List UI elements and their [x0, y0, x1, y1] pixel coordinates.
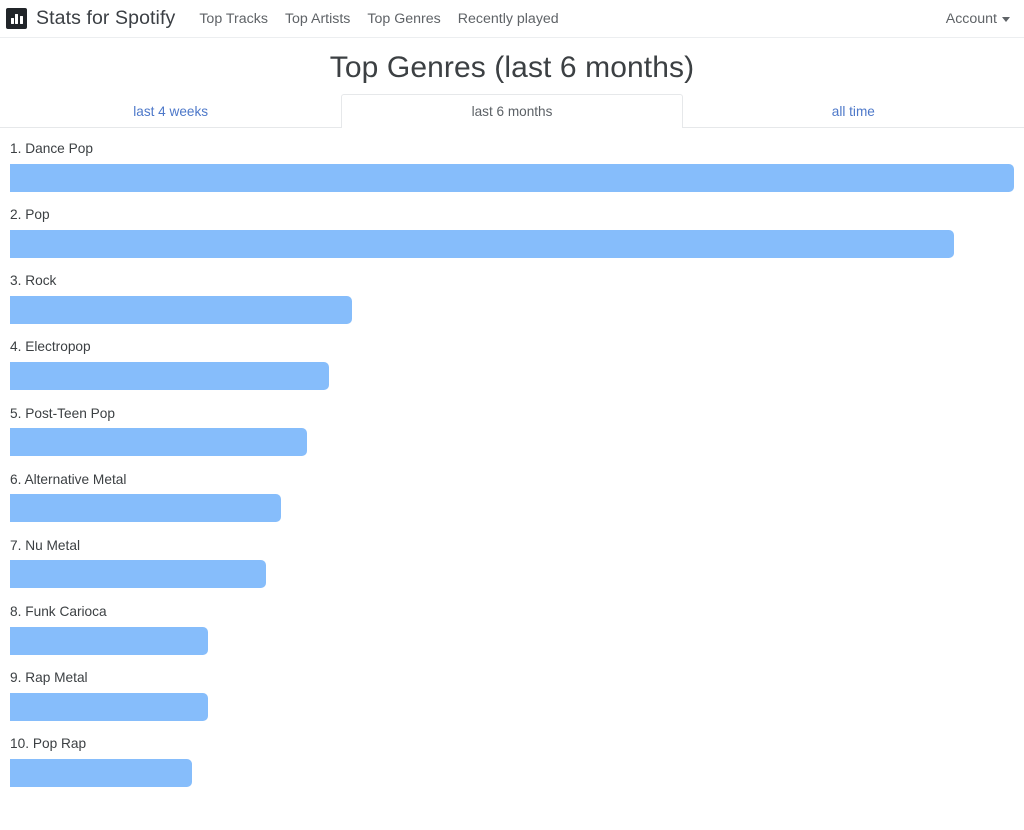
genre-row: 6. Alternative Metal: [10, 471, 1014, 523]
brand-title: Stats for Spotify: [36, 7, 176, 29]
genre-bar-fill: [10, 229, 954, 258]
genre-label: 6. Alternative Metal: [10, 471, 127, 487]
tab-item: last 6 months: [341, 94, 683, 128]
genre-row: 7. Nu Metal: [10, 537, 1014, 589]
genre-bar-fill: [10, 692, 208, 721]
genre-row: 5. Post-Teen Pop: [10, 405, 1014, 457]
genre-bar-fill: [10, 163, 1014, 192]
page-title: Top Genres (last 6 months): [329, 51, 695, 84]
genre-bar-track: [10, 428, 1014, 457]
nav-item-top-artists[interactable]: Top Artists: [285, 10, 350, 28]
nav-item-top-tracks[interactable]: Top Tracks: [199, 10, 268, 28]
genre-bar-track: [10, 560, 1014, 589]
timeframe-tabs: last 4 weeks last 6 months all time: [0, 94, 1024, 128]
genre-row: 9. Rap Metal: [10, 669, 1014, 721]
genre-row: 3. Rock: [10, 272, 1014, 324]
genre-bar-fill: [10, 428, 308, 457]
nav-item-top-genres[interactable]: Top Genres: [367, 10, 440, 28]
nav-link-top-tracks[interactable]: Top Tracks: [199, 11, 268, 27]
genre-label: 10. Pop Rap: [10, 736, 87, 752]
tab-item: all time: [683, 94, 1024, 127]
genre-label: 5. Post-Teen Pop: [10, 405, 116, 421]
genre-row: 2. Pop: [10, 206, 1014, 258]
genre-bar-track: [10, 362, 1014, 390]
nav-item-recently-played[interactable]: Recently played: [458, 10, 559, 28]
genre-bar-fill: [10, 295, 353, 324]
genre-label: 8. Funk Carioca: [10, 603, 107, 619]
genre-row: 10. Pop Rap: [10, 735, 1014, 787]
genre-bar-track: [10, 229, 1014, 258]
genre-bar-track: [10, 692, 1014, 721]
genre-row: 4. Electropop: [10, 338, 1014, 390]
genre-label: 7. Nu Metal: [10, 537, 80, 553]
genre-bar-fill: [10, 758, 192, 787]
genre-label: 4. Electropop: [10, 339, 91, 355]
tab-last-4-weeks[interactable]: last 4 weeks: [0, 94, 341, 128]
genre-bar-track: [10, 494, 1014, 523]
genre-label: 2. Pop: [10, 207, 50, 223]
top-genres-list: 1. Dance Pop 2. Pop 3. Rock 4. Electropop 5.…: [0, 128, 1024, 787]
tab-item: last 4 weeks: [0, 94, 341, 127]
account-label: Account: [945, 10, 997, 27]
genre-bar-fill: [10, 560, 267, 589]
nav-link-recently-played[interactable]: Recently played: [458, 11, 559, 27]
genre-bar-track: [10, 626, 1014, 655]
genre-bar-fill: [10, 494, 282, 523]
genre-bar-track: [10, 295, 1014, 324]
genre-bar-fill: [10, 362, 330, 390]
genre-bar-track: [10, 758, 1014, 787]
tab-all-time[interactable]: all time: [683, 94, 1024, 128]
genre-label: 9. Rap Metal: [10, 670, 88, 685]
bar-chart-icon: [6, 8, 27, 29]
genre-bar-fill: [10, 626, 208, 655]
navbar-right: Account: [946, 11, 1010, 27]
genre-row: 1. Dance Pop: [10, 140, 1014, 192]
top-navbar: Stats for Spotify Top Tracks Top Artists…: [0, 0, 1024, 38]
brand-link[interactable]: Stats for Spotify: [6, 7, 175, 30]
nav-link-top-artists[interactable]: Top Artists: [285, 11, 350, 27]
genre-row: 8. Funk Carioca: [10, 603, 1014, 655]
chevron-down-icon: [1002, 17, 1010, 22]
genre-label: 3. Rock: [10, 273, 57, 289]
genre-label: 1. Dance Pop: [10, 141, 93, 156]
nav-link-top-genres[interactable]: Top Genres: [367, 11, 440, 27]
genre-bar-track: [10, 163, 1014, 192]
primary-nav: Top Tracks Top Artists Top Genres Recent…: [199, 10, 558, 28]
account-dropdown[interactable]: Account: [946, 11, 1010, 27]
tab-last-6-months[interactable]: last 6 months: [341, 94, 683, 128]
